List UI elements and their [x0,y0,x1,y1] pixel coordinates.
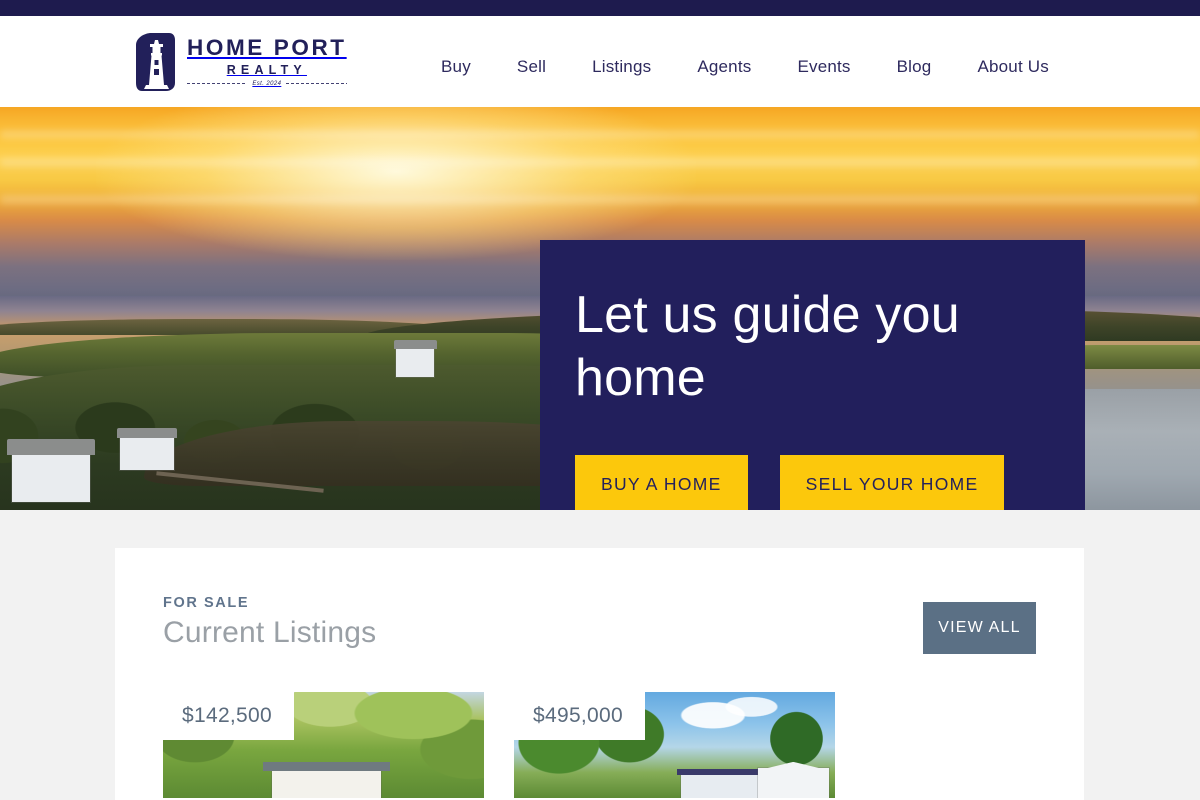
logo-established-label: Est. 2024 [252,80,282,87]
site-header: HOME PORT REALTY Est. 2024 Buy Sell List… [0,16,1200,107]
hero-house [7,439,95,502]
listing-price-badge: $495,000 [514,692,645,740]
listings-section: FOR SALE Current Listings VIEW ALL $142,… [0,510,1200,800]
nav-item-about-us[interactable]: About Us [977,57,1049,77]
listing-card-grid: $142,500 $495,000 [163,692,1036,798]
hero-house [393,340,437,377]
logo-established: Est. 2024 [187,81,347,87]
hero-cta-group: BUY A HOME SELL YOUR HOME [575,454,1050,510]
logo-title: HOME PORT [187,35,347,61]
logo-rule-right [286,83,347,85]
hero-sun-glow [96,107,696,261]
nav-item-events[interactable]: Events [797,57,850,77]
hero-house [116,427,178,470]
logo-subtitle: REALTY [226,62,307,77]
listing-card[interactable]: $495,000 [514,692,835,798]
hero-cloud-streak [0,195,1200,203]
site-logo[interactable]: HOME PORT REALTY Est. 2024 [133,31,347,93]
logo-rule-left [187,83,248,85]
view-all-button[interactable]: VIEW ALL [923,602,1036,654]
listing-price-badge: $142,500 [163,692,294,740]
hero-content-panel: Let us guide you home BUY A HOME SELL YO… [540,240,1085,510]
listings-title: Current Listings [163,616,377,649]
lighthouse-icon [136,32,175,91]
buy-a-home-button[interactable]: BUY A HOME [575,454,748,510]
logo-wordmark: HOME PORT REALTY Est. 2024 [187,35,347,87]
nav-item-agents[interactable]: Agents [697,57,751,77]
nav-item-buy[interactable]: Buy [441,57,471,77]
listings-panel: FOR SALE Current Listings VIEW ALL $142,… [115,548,1084,800]
top-accent-bar [0,0,1200,16]
listing-house-gable [757,768,829,798]
nav-item-listings[interactable]: Listings [592,57,651,77]
sell-your-home-button[interactable]: SELL YOUR HOME [779,454,1005,510]
listings-heading-group: FOR SALE Current Listings [163,595,376,650]
listing-card[interactable]: $142,500 [163,692,484,798]
hero-cloud-streak [0,159,1200,167]
listings-eyebrow: FOR SALE [163,595,250,611]
hero-cloud-streak [0,131,1200,139]
nav-item-sell[interactable]: Sell [517,57,546,77]
main-navigation: Buy Sell Listings Agents Events Blog Abo… [441,57,1049,77]
listings-header: FOR SALE Current Listings VIEW ALL [163,595,1036,654]
hero-title: Let us guide you home [575,286,960,408]
hero-section: Let us guide you home BUY A HOME SELL YO… [0,107,1200,510]
listing-house-shape [263,762,391,798]
nav-item-blog[interactable]: Blog [897,57,932,77]
